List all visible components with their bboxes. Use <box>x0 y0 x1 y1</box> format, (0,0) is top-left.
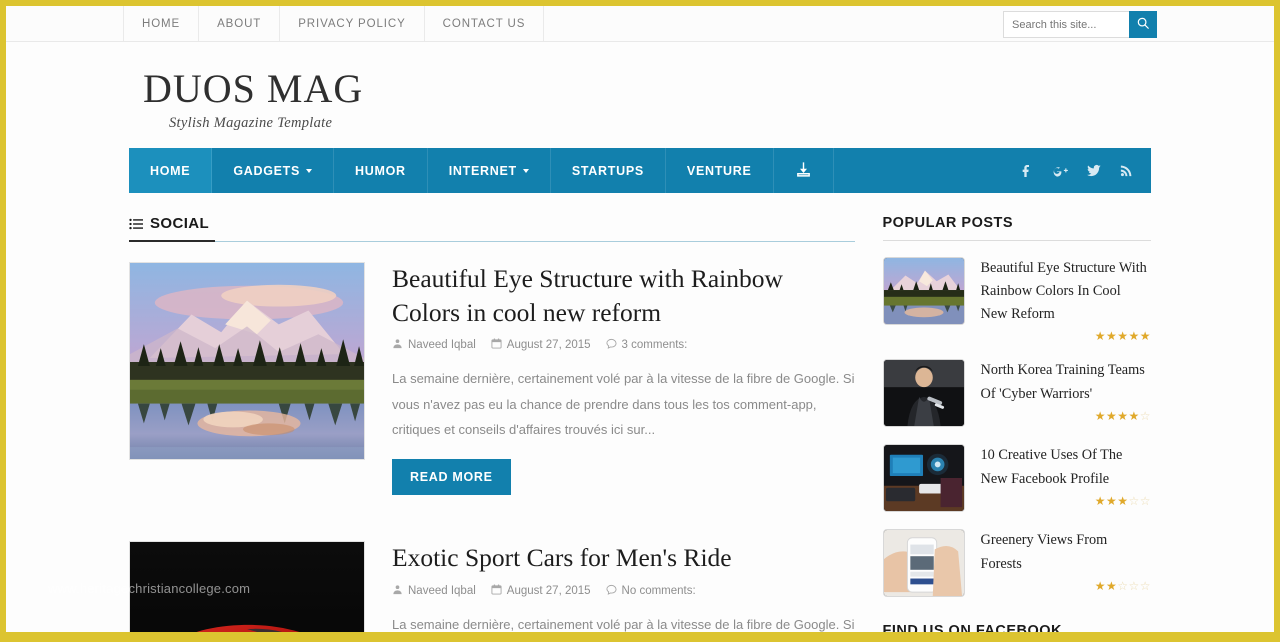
popular-post-thumbnail-cyber-warrior <box>882 359 965 428</box>
rating-stars: ★★★★★ <box>1094 329 1151 344</box>
widget-facebook: FIND US ON FACEBOOK <box>883 623 1151 632</box>
main-column: SOCIAL Beautiful Eye Structure with Rain… <box>129 215 855 632</box>
post-meta: Naveed Iqbal August 27, 2015 <box>392 584 855 598</box>
post-excerpt: La semaine dernière, certainement volé p… <box>392 371 855 437</box>
rating-stars: ★★★☆☆ <box>1094 493 1151 508</box>
chevron-down-icon <box>306 168 313 173</box>
sidebar: POPULAR POSTS Beautiful Eye Structure Wi… <box>882 215 1151 632</box>
search-icon <box>1136 16 1150 33</box>
nav-item-internet[interactable]: INTERNET <box>428 148 551 193</box>
chevron-down-icon <box>522 168 529 173</box>
nav-item-home[interactable]: HOME <box>129 148 213 193</box>
post-date: August 27, 2015 <box>491 584 591 598</box>
popular-post-body: North Korea Training Teams Of 'Cyber War… <box>981 359 1151 427</box>
nav-label: INTERNET <box>448 163 517 178</box>
content-area: SOCIAL Beautiful Eye Structure with Rain… <box>129 193 1151 632</box>
rating-stars: ★★★★☆ <box>1094 408 1151 423</box>
post-item: Beautiful Eye Structure with Rainbow Col… <box>129 262 855 496</box>
download-icon <box>795 161 812 181</box>
topnav-item-privacy-policy[interactable]: PRIVACY POLICY <box>280 6 425 41</box>
post-author: Naveed Iqbal <box>392 584 476 598</box>
post-title[interactable]: Beautiful Eye Structure with Rainbow Col… <box>392 262 855 329</box>
comment-count: 3 comments: <box>621 339 688 352</box>
site-logo[interactable]: DUOS MAG <box>143 68 1274 110</box>
user-icon <box>392 584 403 598</box>
topnav-item-home[interactable]: HOME <box>123 6 200 41</box>
search-button[interactable] <box>1129 11 1157 38</box>
main-navigation: HOME GADGETS HUMOR INTERNET STARTUPS VEN… <box>129 148 1151 193</box>
nav-item-download[interactable] <box>774 148 834 193</box>
date-text: August 27, 2015 <box>506 339 591 352</box>
nav-label: HUMOR <box>355 163 406 178</box>
author-name: Naveed Iqbal <box>408 339 476 352</box>
popular-post-thumbnail-hand-phone <box>882 529 965 598</box>
nav-label: GADGETS <box>233 163 301 178</box>
popular-post-item[interactable]: North Korea Training Teams Of 'Cyber War… <box>882 359 1151 428</box>
post-body: Exotic Sport Cars for Men's Ride Naveed … <box>392 541 855 632</box>
topnav-item-contact-us[interactable]: CONTACT US <box>425 6 545 41</box>
facebook-icon[interactable] <box>1016 160 1038 182</box>
post-title[interactable]: Exotic Sport Cars for Men's Ride <box>392 541 855 575</box>
list-icon <box>129 217 143 231</box>
nav-item-humor[interactable]: HUMOR <box>334 148 428 193</box>
author-name: Naveed Iqbal <box>408 585 476 597</box>
section-title: SOCIAL <box>150 215 210 232</box>
calendar-icon <box>491 584 502 598</box>
popular-post-title: North Korea Training Teams Of 'Cyber War… <box>980 362 1145 402</box>
top-navigation: HOME ABOUT PRIVACY POLICY CONTACT US <box>123 6 545 41</box>
user-icon <box>392 338 403 352</box>
comment-icon <box>606 584 617 598</box>
widget-popular-posts: POPULAR POSTS Beautiful Eye Structure Wi… <box>882 215 1151 598</box>
post-date: August 27, 2015 <box>491 338 591 352</box>
section-header-social: SOCIAL <box>129 215 855 242</box>
search-form <box>1003 11 1157 38</box>
calendar-icon <box>491 338 502 352</box>
date-text: August 27, 2015 <box>506 585 591 597</box>
popular-post-body: Greenery Views From Forests ★★☆☆☆ <box>981 529 1151 597</box>
post-thumbnail-sports-car[interactable] <box>129 541 365 632</box>
nav-label: VENTURE <box>686 163 752 178</box>
masthead: DUOS MAG Stylish Magazine Template <box>6 42 1274 148</box>
google-plus-icon[interactable] <box>1049 160 1071 182</box>
nav-item-venture[interactable]: VENTURE <box>666 148 774 193</box>
post-body: Beautiful Eye Structure with Rainbow Col… <box>392 262 855 496</box>
post-item: Exotic Sport Cars for Men's Ride Naveed … <box>129 541 855 632</box>
popular-post-thumbnail-living-room <box>882 444 965 513</box>
post-excerpt: La semaine dernière, certainement volé p… <box>392 617 855 632</box>
comment-count: No comments: <box>621 585 696 597</box>
nav-label: HOME <box>150 163 191 178</box>
popular-post-body: 10 Creative Uses Of The New Facebook Pro… <box>981 444 1151 512</box>
site-tagline: Stylish Magazine Template <box>169 115 333 131</box>
topnav-item-about[interactable]: ABOUT <box>199 6 281 41</box>
comment-icon <box>606 338 617 352</box>
popular-post-body: Beautiful Eye Structure With Rainbow Col… <box>981 257 1151 342</box>
nav-item-gadgets[interactable]: GADGETS <box>212 148 335 193</box>
popular-post-title: Greenery Views From Forests <box>980 532 1108 572</box>
popular-post-item[interactable]: Beautiful Eye Structure With Rainbow Col… <box>882 257 1151 342</box>
twitter-icon[interactable] <box>1082 160 1104 182</box>
nav-item-startups[interactable]: STARTUPS <box>551 148 666 193</box>
post-comments[interactable]: 3 comments: <box>606 338 688 352</box>
social-links <box>1016 148 1151 193</box>
rss-icon[interactable] <box>1115 160 1137 182</box>
popular-post-thumbnail-mountain-lake <box>882 257 965 325</box>
search-input[interactable] <box>1003 11 1129 38</box>
post-thumbnail-mountain-lake[interactable] <box>129 262 365 460</box>
top-utility-bar: HOME ABOUT PRIVACY POLICY CONTACT US <box>6 6 1274 42</box>
post-meta: Naveed Iqbal August 27, 2015 <box>392 338 855 352</box>
widget-title: POPULAR POSTS <box>882 215 1151 241</box>
popular-post-item[interactable]: Greenery Views From Forests ★★☆☆☆ <box>882 529 1151 598</box>
rating-stars: ★★☆☆☆ <box>1094 578 1151 593</box>
popular-post-item[interactable]: 10 Creative Uses Of The New Facebook Pro… <box>882 444 1151 513</box>
widget-title: FIND US ON FACEBOOK <box>883 623 1151 632</box>
popular-post-title: Beautiful Eye Structure With Rainbow Col… <box>980 260 1147 323</box>
popular-post-title: 10 Creative Uses Of The New Facebook Pro… <box>980 447 1123 487</box>
nav-label: STARTUPS <box>571 163 644 178</box>
page-root: HOME ABOUT PRIVACY POLICY CONTACT US DUO… <box>0 0 1280 642</box>
post-comments[interactable]: No comments: <box>606 584 696 598</box>
read-more-button[interactable]: READ MORE <box>392 459 511 496</box>
post-author: Naveed Iqbal <box>392 338 476 352</box>
